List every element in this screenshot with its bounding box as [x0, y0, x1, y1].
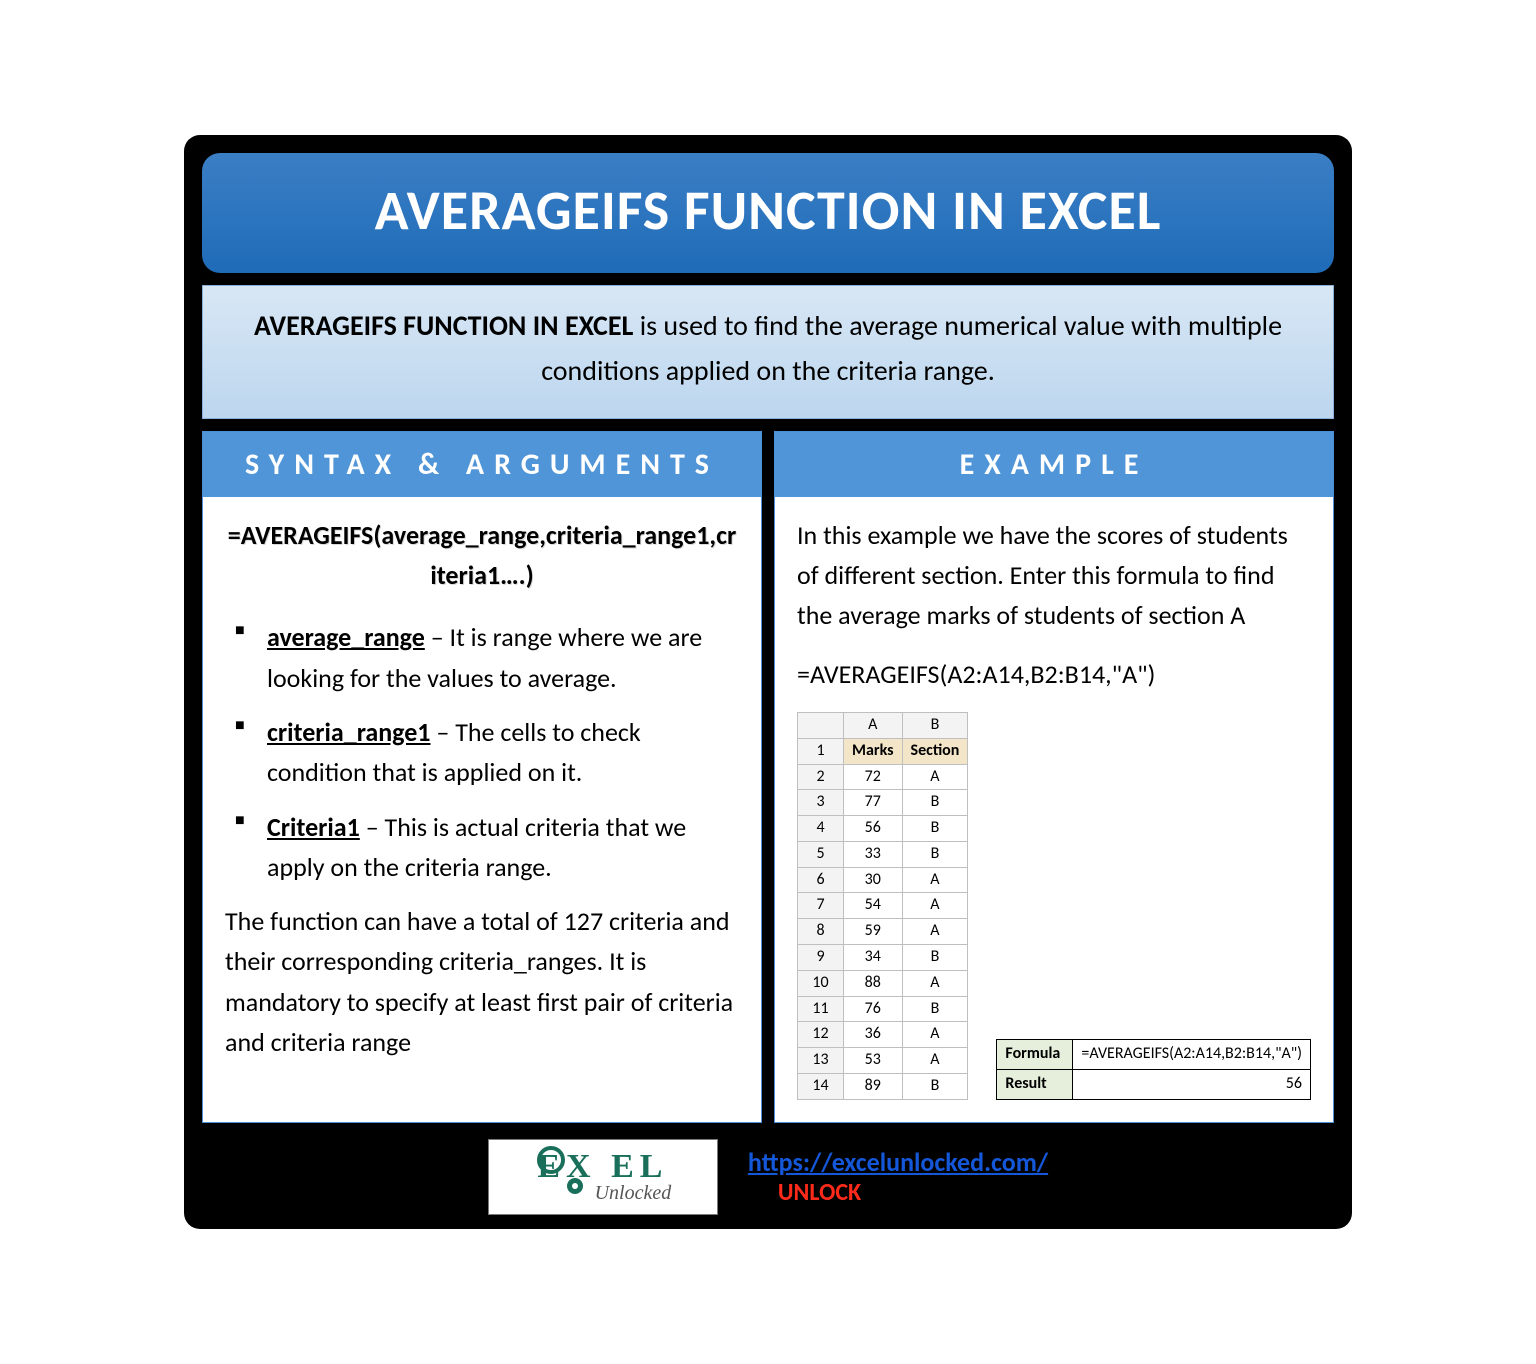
description-text: is used to find the average numerical va… [541, 308, 1282, 388]
cell-section: A [902, 919, 968, 945]
cell-section: A [902, 893, 968, 919]
syntax-header: SYNTAX & ARGUMENTS [203, 432, 761, 497]
syntax-card: SYNTAX & ARGUMENTS =AVERAGEIFS(average_r… [202, 431, 762, 1123]
row-header: 10 [798, 970, 844, 996]
argument-list: average_range – It is range where we are… [225, 617, 739, 887]
cell-marks: 56 [844, 816, 903, 842]
syntax-formula: =AVERAGEIFS(average_range,criteria_range… [225, 515, 739, 596]
col-header-a: A [844, 712, 903, 738]
cell-section: A [902, 970, 968, 996]
cell-marks: 89 [844, 1074, 903, 1100]
row-header: 14 [798, 1074, 844, 1100]
result-formula-value: =AVERAGEIFS(A2:A14,B2:B14,"A") [1073, 1040, 1311, 1070]
row-header: 3 [798, 790, 844, 816]
cell-marks: 53 [844, 1048, 903, 1074]
col-header-b: B [902, 712, 968, 738]
row-header: 4 [798, 816, 844, 842]
cell-marks: 72 [844, 764, 903, 790]
row-header: 11 [798, 996, 844, 1022]
cell-section: B [902, 1074, 968, 1100]
row-header: 13 [798, 1048, 844, 1074]
logo-ring-icon [537, 1146, 565, 1174]
cell-section: B [902, 841, 968, 867]
cell-marks: 54 [844, 893, 903, 919]
example-intro: In this example we have the scores of st… [797, 515, 1311, 636]
sheet-corner [798, 712, 844, 738]
columns: SYNTAX & ARGUMENTS =AVERAGEIFS(average_r… [202, 431, 1334, 1123]
cell-section: A [902, 1022, 968, 1048]
row-header: 6 [798, 867, 844, 893]
result-label: Result [997, 1070, 1073, 1100]
result-box: Formula =AVERAGEIFS(A2:A14,B2:B14,"A") R… [996, 1039, 1311, 1100]
logo: EX EL Unlocked [488, 1139, 718, 1215]
example-card: EXAMPLE In this example we have the scor… [774, 431, 1334, 1123]
cell-section: A [902, 1048, 968, 1074]
footer-text: https://excelunlocked.com/ UNLOCK [748, 1146, 1048, 1207]
logo-subtext: Unlocked [595, 1182, 672, 1205]
cell-section: B [902, 945, 968, 971]
cell-marks: 77 [844, 790, 903, 816]
row-header: 2 [798, 764, 844, 790]
result-formula-label: Formula [997, 1040, 1073, 1070]
cell-marks: 30 [844, 867, 903, 893]
example-body: In this example we have the scores of st… [775, 497, 1333, 1122]
site-link[interactable]: https://excelunlocked.com/ [748, 1146, 1048, 1178]
page-title: AVERAGEIFS FUNCTION IN EXCEL [202, 153, 1334, 273]
data-header-marks: Marks [844, 738, 903, 764]
argument-item: Criteria1 – This is actual criteria that… [233, 807, 739, 888]
logo-key-icon [567, 1178, 583, 1194]
cell-section: B [902, 790, 968, 816]
cell-section: B [902, 816, 968, 842]
row-header: 1 [798, 738, 844, 764]
row-header: 12 [798, 1022, 844, 1048]
row-header: 5 [798, 841, 844, 867]
mini-spreadsheet: A B 1 Marks Section 272A377B456B533B630A… [797, 712, 968, 1100]
cell-marks: 76 [844, 996, 903, 1022]
cell-marks: 59 [844, 919, 903, 945]
cell-marks: 36 [844, 1022, 903, 1048]
description-lead: AVERAGEIFS FUNCTION IN EXCEL [254, 308, 633, 343]
cell-marks: 33 [844, 841, 903, 867]
unlock-label: UNLOCK [778, 1178, 861, 1207]
cell-section: A [902, 867, 968, 893]
argument-item: criteria_range1 – The cells to check con… [233, 712, 739, 793]
description-box: AVERAGEIFS FUNCTION IN EXCEL is used to … [202, 285, 1334, 419]
argument-name: Criteria1 [267, 811, 360, 843]
example-header: EXAMPLE [775, 432, 1333, 497]
syntax-note: The function can have a total of 127 cri… [225, 901, 739, 1062]
cell-marks: 34 [844, 945, 903, 971]
logo-text: EX EL [537, 1148, 668, 1186]
infographic-card: AVERAGEIFS FUNCTION IN EXCEL AVERAGEIFS … [184, 135, 1352, 1229]
cell-section: A [902, 764, 968, 790]
row-header: 8 [798, 919, 844, 945]
example-visual: A B 1 Marks Section 272A377B456B533B630A… [797, 712, 1311, 1100]
footer: EX EL Unlocked https://excelunlocked.com… [202, 1139, 1334, 1215]
data-header-section: Section [902, 738, 968, 764]
argument-name: average_range [267, 621, 425, 653]
syntax-body: =AVERAGEIFS(average_range,criteria_range… [203, 497, 761, 1085]
row-header: 7 [798, 893, 844, 919]
cell-section: B [902, 996, 968, 1022]
cell-marks: 88 [844, 970, 903, 996]
row-header: 9 [798, 945, 844, 971]
example-formula: =AVERAGEIFS(A2:A14,B2:B14,"A") [797, 654, 1311, 694]
argument-item: average_range – It is range where we are… [233, 617, 739, 698]
result-value: 56 [1073, 1070, 1311, 1100]
argument-name: criteria_range1 [267, 716, 430, 748]
